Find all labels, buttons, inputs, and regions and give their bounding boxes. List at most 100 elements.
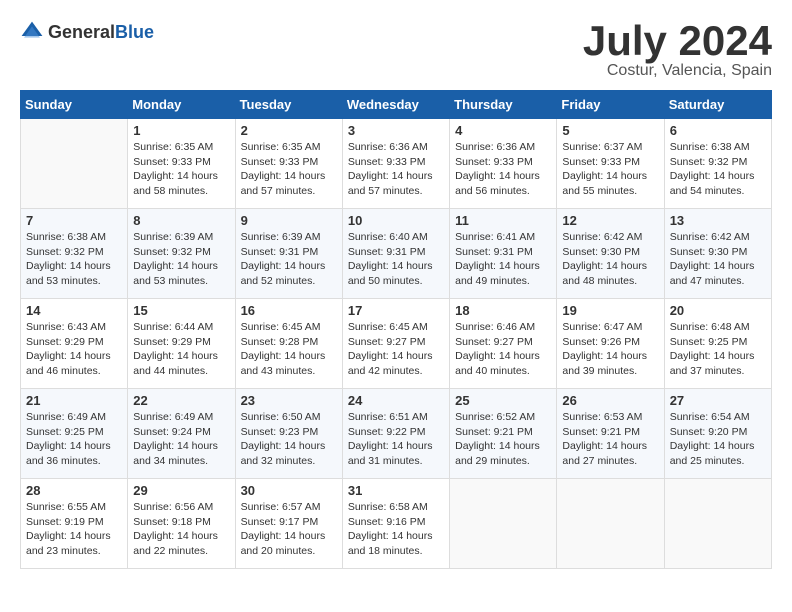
calendar-week-4: 21 Sunrise: 6:49 AMSunset: 9:25 PMDayligh… xyxy=(21,389,772,479)
day-number: 21 xyxy=(26,393,122,408)
day-info: Sunrise: 6:36 AMSunset: 9:33 PMDaylight:… xyxy=(455,140,551,199)
calendar-cell xyxy=(450,479,557,569)
day-number: 26 xyxy=(562,393,658,408)
day-number: 19 xyxy=(562,303,658,318)
day-info: Sunrise: 6:45 AMSunset: 9:28 PMDaylight:… xyxy=(241,320,337,379)
header-wednesday: Wednesday xyxy=(342,91,449,119)
day-info: Sunrise: 6:43 AMSunset: 9:29 PMDaylight:… xyxy=(26,320,122,379)
day-number: 8 xyxy=(133,213,229,228)
calendar-cell: 29 Sunrise: 6:56 AMSunset: 9:18 PMDayligh… xyxy=(128,479,235,569)
header-monday: Monday xyxy=(128,91,235,119)
calendar-cell: 5Sunrise: 6:37 AMSunset: 9:33 PMDaylight… xyxy=(557,119,664,209)
day-number: 16 xyxy=(241,303,337,318)
calendar-cell: 10 Sunrise: 6:40 AMSunset: 9:31 PMDayligh… xyxy=(342,209,449,299)
day-info: Sunrise: 6:57 AMSunset: 9:17 PMDaylight:… xyxy=(241,500,337,559)
day-info: Sunrise: 6:42 AMSunset: 9:30 PMDaylight:… xyxy=(562,230,658,289)
day-info: Sunrise: 6:44 AMSunset: 9:29 PMDaylight:… xyxy=(133,320,229,379)
day-number: 4 xyxy=(455,123,551,138)
calendar-week-1: 1 Sunrise: 6:35 AMSunset: 9:33 PMDaylight… xyxy=(21,119,772,209)
logo: GeneralBlue xyxy=(20,20,154,44)
day-number: 14 xyxy=(26,303,122,318)
day-info: Sunrise: 6:46 AMSunset: 9:27 PMDaylight:… xyxy=(455,320,551,379)
calendar-cell: 31 Sunrise: 6:58 AMSunset: 9:16 PMDayligh… xyxy=(342,479,449,569)
calendar-cell: 13 Sunrise: 6:42 AMSunset: 9:30 PMDayligh… xyxy=(664,209,771,299)
day-info: Sunrise: 6:35 AMSunset: 9:33 PMDaylight:… xyxy=(133,140,229,199)
header-thursday: Thursday xyxy=(450,91,557,119)
calendar-cell: 30Sunrise: 6:57 AMSunset: 9:17 PMDayligh… xyxy=(235,479,342,569)
header-tuesday: Tuesday xyxy=(235,91,342,119)
day-number: 7 xyxy=(26,213,122,228)
day-info: Sunrise: 6:47 AMSunset: 9:26 PMDaylight:… xyxy=(562,320,658,379)
day-number: 23 xyxy=(241,393,337,408)
day-number: 24 xyxy=(348,393,444,408)
calendar-cell: 16 Sunrise: 6:45 AMSunset: 9:28 PMDayligh… xyxy=(235,299,342,389)
day-info: Sunrise: 6:39 AMSunset: 9:32 PMDaylight:… xyxy=(133,230,229,289)
day-info: Sunrise: 6:49 AMSunset: 9:24 PMDaylight:… xyxy=(133,410,229,469)
calendar-cell: 21 Sunrise: 6:49 AMSunset: 9:25 PMDayligh… xyxy=(21,389,128,479)
day-info: Sunrise: 6:54 AMSunset: 9:20 PMDaylight:… xyxy=(670,410,766,469)
calendar-week-2: 7 Sunrise: 6:38 AMSunset: 9:32 PMDaylight… xyxy=(21,209,772,299)
calendar-cell: 25Sunrise: 6:52 AMSunset: 9:21 PMDayligh… xyxy=(450,389,557,479)
day-number: 18 xyxy=(455,303,551,318)
day-number: 29 xyxy=(133,483,229,498)
day-info: Sunrise: 6:53 AMSunset: 9:21 PMDaylight:… xyxy=(562,410,658,469)
calendar-cell xyxy=(664,479,771,569)
calendar-cell: 19 Sunrise: 6:47 AMSunset: 9:26 PMDayligh… xyxy=(557,299,664,389)
day-info: Sunrise: 6:55 AMSunset: 9:19 PMDaylight:… xyxy=(26,500,122,559)
day-info: Sunrise: 6:39 AMSunset: 9:31 PMDaylight:… xyxy=(241,230,337,289)
day-number: 11 xyxy=(455,213,551,228)
calendar-cell xyxy=(21,119,128,209)
calendar-cell: 2Sunrise: 6:35 AMSunset: 9:33 PMDaylight… xyxy=(235,119,342,209)
logo-icon xyxy=(20,20,44,44)
day-info: Sunrise: 6:50 AMSunset: 9:23 PMDaylight:… xyxy=(241,410,337,469)
calendar-cell: 6Sunrise: 6:38 AMSunset: 9:32 PMDaylight… xyxy=(664,119,771,209)
month-title: July 2024 xyxy=(583,20,772,62)
day-info: Sunrise: 6:42 AMSunset: 9:30 PMDaylight:… xyxy=(670,230,766,289)
header-saturday: Saturday xyxy=(664,91,771,119)
day-info: Sunrise: 6:37 AMSunset: 9:33 PMDaylight:… xyxy=(562,140,658,199)
day-number: 25 xyxy=(455,393,551,408)
calendar-cell: 12 Sunrise: 6:42 AMSunset: 9:30 PMDayligh… xyxy=(557,209,664,299)
location-title: Costur, Valencia, Spain xyxy=(583,62,772,80)
calendar-cell: 1 Sunrise: 6:35 AMSunset: 9:33 PMDaylight… xyxy=(128,119,235,209)
calendar-table: SundayMondayTuesdayWednesdayThursdayFrid… xyxy=(20,90,772,569)
calendar-cell: 26 Sunrise: 6:53 AMSunset: 9:21 PMDayligh… xyxy=(557,389,664,479)
day-number: 17 xyxy=(348,303,444,318)
calendar-header-row: SundayMondayTuesdayWednesdayThursdayFrid… xyxy=(21,91,772,119)
calendar-cell xyxy=(557,479,664,569)
calendar-cell: 8 Sunrise: 6:39 AMSunset: 9:32 PMDaylight… xyxy=(128,209,235,299)
day-info: Sunrise: 6:58 AMSunset: 9:16 PMDaylight:… xyxy=(348,500,444,559)
logo-text-general: General xyxy=(48,22,115,42)
day-info: Sunrise: 6:40 AMSunset: 9:31 PMDaylight:… xyxy=(348,230,444,289)
day-info: Sunrise: 6:49 AMSunset: 9:25 PMDaylight:… xyxy=(26,410,122,469)
calendar-cell: 15 Sunrise: 6:44 AMSunset: 9:29 PMDayligh… xyxy=(128,299,235,389)
header: GeneralBlue July 2024 Costur, Valencia, … xyxy=(20,20,772,80)
day-number: 9 xyxy=(241,213,337,228)
calendar-week-5: 28 Sunrise: 6:55 AMSunset: 9:19 PMDayligh… xyxy=(21,479,772,569)
day-info: Sunrise: 6:45 AMSunset: 9:27 PMDaylight:… xyxy=(348,320,444,379)
day-info: Sunrise: 6:38 AMSunset: 9:32 PMDaylight:… xyxy=(26,230,122,289)
day-info: Sunrise: 6:51 AMSunset: 9:22 PMDaylight:… xyxy=(348,410,444,469)
day-info: Sunrise: 6:35 AMSunset: 9:33 PMDaylight:… xyxy=(241,140,337,199)
logo-text-blue: Blue xyxy=(115,22,154,42)
day-info: Sunrise: 6:36 AMSunset: 9:33 PMDaylight:… xyxy=(348,140,444,199)
day-number: 1 xyxy=(133,123,229,138)
title-area: July 2024 Costur, Valencia, Spain xyxy=(583,20,772,80)
day-number: 31 xyxy=(348,483,444,498)
day-number: 12 xyxy=(562,213,658,228)
day-number: 10 xyxy=(348,213,444,228)
calendar-cell: 23 Sunrise: 6:50 AMSunset: 9:23 PMDayligh… xyxy=(235,389,342,479)
calendar-cell: 27Sunrise: 6:54 AMSunset: 9:20 PMDayligh… xyxy=(664,389,771,479)
calendar-cell: 24 Sunrise: 6:51 AMSunset: 9:22 PMDayligh… xyxy=(342,389,449,479)
day-number: 20 xyxy=(670,303,766,318)
day-info: Sunrise: 6:48 AMSunset: 9:25 PMDaylight:… xyxy=(670,320,766,379)
day-info: Sunrise: 6:41 AMSunset: 9:31 PMDaylight:… xyxy=(455,230,551,289)
day-info: Sunrise: 6:56 AMSunset: 9:18 PMDaylight:… xyxy=(133,500,229,559)
day-number: 6 xyxy=(670,123,766,138)
calendar-cell: 20 Sunrise: 6:48 AMSunset: 9:25 PMDayligh… xyxy=(664,299,771,389)
calendar-cell: 22Sunrise: 6:49 AMSunset: 9:24 PMDayligh… xyxy=(128,389,235,479)
day-number: 15 xyxy=(133,303,229,318)
calendar-cell: 9 Sunrise: 6:39 AMSunset: 9:31 PMDaylight… xyxy=(235,209,342,299)
day-number: 28 xyxy=(26,483,122,498)
day-number: 13 xyxy=(670,213,766,228)
